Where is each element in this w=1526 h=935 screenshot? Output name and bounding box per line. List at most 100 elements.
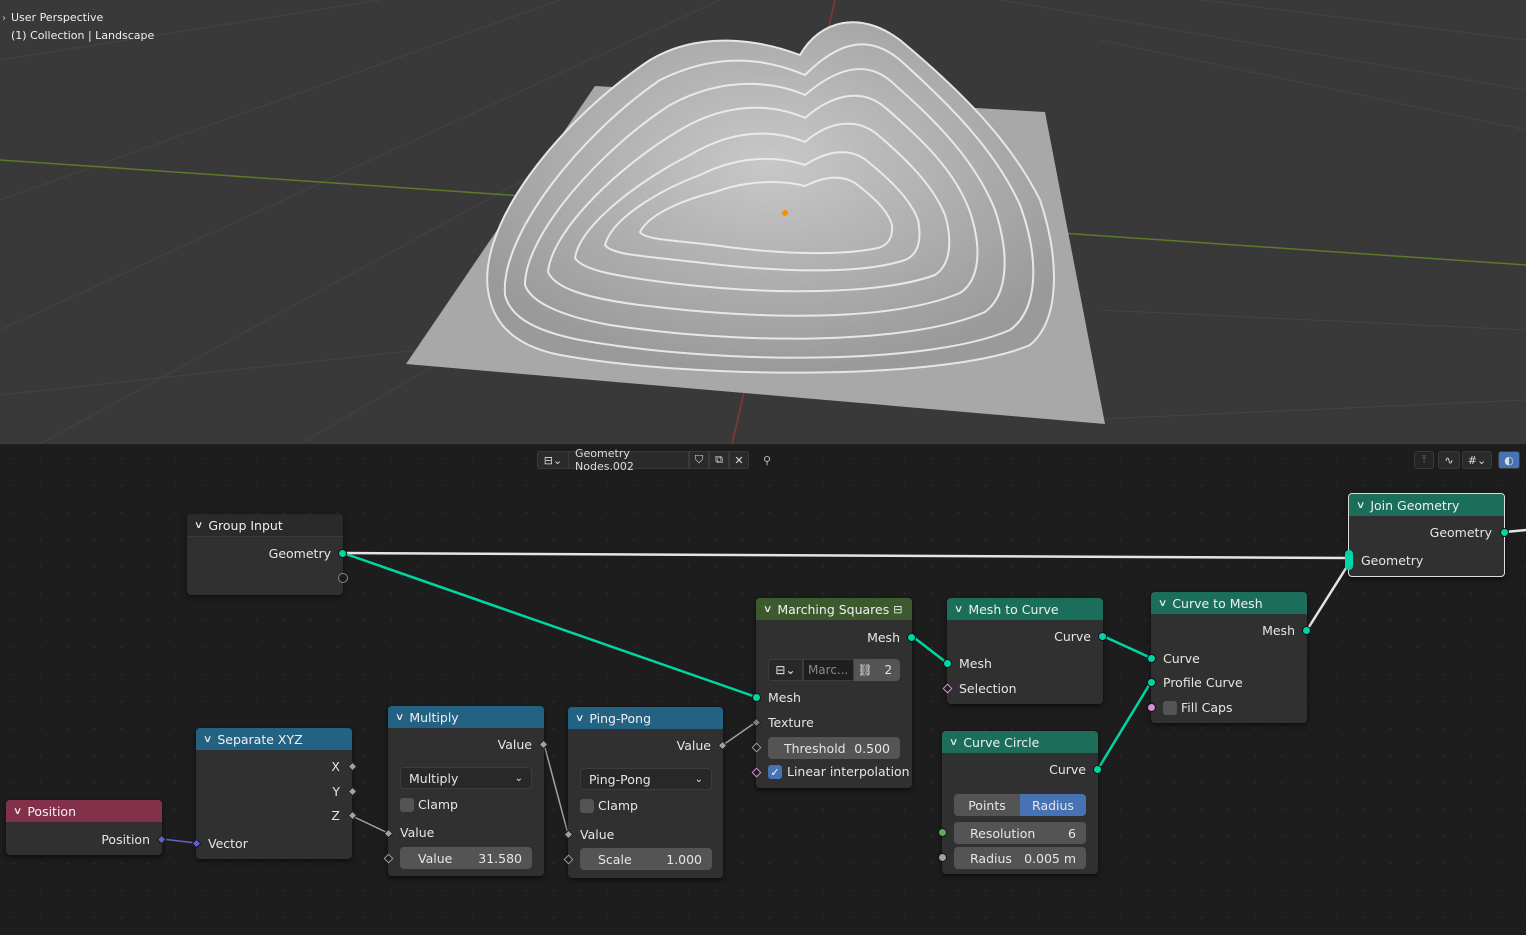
- editor-header-right: ⤒ ∿ #⌄ ◐: [1414, 450, 1520, 470]
- overlay-toggle-icon[interactable]: ◐: [1498, 451, 1520, 469]
- chevron-down-icon: ⌄: [514, 772, 523, 784]
- input-profile-label: Profile Curve: [1163, 675, 1243, 690]
- node-tree-browse-icon[interactable]: ⊟⌄: [537, 451, 569, 469]
- node-title: ∨ Join Geometry: [1349, 494, 1504, 516]
- node-curve-to-mesh[interactable]: ∨ Curve to Mesh Mesh Curve Profile Curve …: [1147, 592, 1311, 723]
- clamp-label: Clamp: [418, 797, 458, 812]
- clamp-checkbox[interactable]: [400, 798, 414, 812]
- chevron-down-icon[interactable]: ∨: [13, 806, 23, 817]
- link-snap-icon[interactable]: ∿: [1438, 451, 1460, 469]
- parent-tree-icon[interactable]: ⤒: [1414, 451, 1434, 469]
- output-mesh-socket[interactable]: [907, 633, 916, 642]
- output-value-label: Value: [497, 737, 532, 752]
- fill-caps-label: Fill Caps: [1181, 700, 1233, 715]
- input-curve-label: Curve: [1163, 651, 1200, 666]
- radius-value: 0.005 m: [1024, 850, 1076, 866]
- node-title: ∨ Curve to Mesh: [1151, 592, 1307, 614]
- chevron-down-icon[interactable]: ∨: [194, 520, 204, 531]
- input-texture-label: Texture: [768, 715, 814, 730]
- input-mesh-label: Mesh: [768, 690, 801, 705]
- output-x-label: X: [331, 759, 340, 774]
- node-marching-squares[interactable]: ∨ Marching Squares ⊟ Mesh ⊟⌄ Marc... ⛓ 2 M…: [751, 598, 916, 788]
- group-browse-icon[interactable]: ⊟⌄: [768, 659, 803, 681]
- grid-snap-icon[interactable]: #⌄: [1462, 451, 1492, 469]
- empty-output-socket[interactable]: [338, 573, 348, 583]
- operation-dropdown[interactable]: Multiply ⌄: [400, 767, 532, 789]
- resolution-label: Resolution: [970, 825, 1036, 841]
- value-label: Value: [418, 850, 453, 866]
- radius-socket[interactable]: [938, 853, 947, 862]
- chevron-down-icon[interactable]: ∨: [395, 712, 405, 723]
- chevron-down-icon[interactable]: ∨: [203, 734, 213, 745]
- node-group-icon: ⊟: [893, 602, 903, 616]
- input-profile-socket[interactable]: [1147, 678, 1156, 687]
- check-icon: ✓: [770, 765, 780, 779]
- multi-input-geometry-socket[interactable]: [1345, 550, 1353, 570]
- node-mesh-to-curve[interactable]: ∨ Mesh to Curve Curve Mesh Selection: [942, 598, 1107, 704]
- clamp-checkbox[interactable]: [580, 799, 594, 813]
- node-ping-pong[interactable]: ∨ Ping-Pong Value Ping-Pong ⌄ Clamp Value…: [563, 707, 728, 878]
- pin-icon[interactable]: ⚲: [757, 454, 777, 467]
- resolution-field[interactable]: Resolution 6: [954, 822, 1086, 844]
- resolution-socket[interactable]: [938, 828, 947, 837]
- group-name-field[interactable]: Marc...: [802, 659, 854, 681]
- node-curve-circle[interactable]: ∨ Curve Circle Curve Points Radius Resolu…: [938, 731, 1102, 874]
- chevron-down-icon[interactable]: ∨: [1356, 500, 1366, 511]
- node-title: ∨ Ping-Pong: [568, 707, 723, 729]
- fake-user-shield-icon[interactable]: ⛉: [689, 451, 709, 469]
- chevron-down-icon[interactable]: ∨: [575, 713, 585, 724]
- viewport-scene: [0, 0, 1526, 444]
- close-icon[interactable]: ✕: [729, 451, 749, 469]
- operation-value: Ping-Pong: [589, 771, 651, 787]
- input-curve-socket[interactable]: [1147, 654, 1156, 663]
- output-curve-label: Curve: [1049, 762, 1086, 777]
- chevron-down-icon[interactable]: ∨: [954, 604, 964, 615]
- chevron-down-icon[interactable]: ∨: [949, 737, 959, 748]
- node-position[interactable]: ∨ Position Position: [6, 800, 167, 855]
- output-geometry-label: Geometry: [268, 546, 331, 561]
- duplicate-icon[interactable]: ⧉: [709, 451, 729, 469]
- threshold-label: Threshold: [784, 740, 846, 756]
- scale-field[interactable]: Scale 1.000: [580, 848, 712, 870]
- 3d-viewport[interactable]: › User Perspective (1) Collection | Land…: [0, 0, 1526, 445]
- user-count[interactable]: 2: [876, 659, 900, 681]
- chevron-down-icon[interactable]: ∨: [763, 604, 773, 615]
- chevron-down-icon[interactable]: ∨: [1158, 598, 1168, 609]
- node-separate-xyz[interactable]: ∨ Separate XYZ X Y Z Vector: [191, 728, 358, 859]
- node-title: ∨ Marching Squares ⊟: [756, 598, 912, 620]
- fill-caps-checkbox[interactable]: [1163, 701, 1177, 715]
- radius-field[interactable]: Radius 0.005 m: [954, 847, 1086, 869]
- threshold-value: 0.500: [854, 740, 890, 756]
- output-geometry-socket[interactable]: [338, 549, 347, 558]
- selection-label: Selection: [959, 681, 1017, 696]
- output-mesh-socket[interactable]: [1302, 626, 1311, 635]
- input-mesh-socket[interactable]: [943, 659, 952, 668]
- node-group-input[interactable]: ∨ Group Input Geometry: [187, 514, 348, 595]
- input-value-label: Value: [580, 827, 615, 842]
- input-geometry-label: Geometry: [1361, 553, 1424, 568]
- input-value-label: Value: [400, 825, 435, 840]
- scale-value: 1.000: [666, 851, 702, 867]
- value-field[interactable]: Value 31.580: [400, 847, 532, 869]
- output-value-label: Value: [676, 738, 711, 753]
- output-curve-socket[interactable]: [1098, 632, 1107, 641]
- output-geometry-socket[interactable]: [1500, 528, 1509, 537]
- input-mesh-label: Mesh: [959, 656, 992, 671]
- mode-radius-button[interactable]: Radius: [1020, 794, 1086, 816]
- threshold-field[interactable]: Threshold 0.500: [768, 737, 900, 759]
- node-title: ∨ Separate XYZ: [196, 728, 352, 750]
- node-multiply[interactable]: ∨ Multiply Value Multiply ⌄ Clamp Value V…: [383, 706, 549, 876]
- output-mesh-label: Mesh: [867, 630, 900, 645]
- node-group-selector: ⊟⌄ Marc... ⛓ 2: [768, 659, 900, 681]
- node-tree-name-field[interactable]: Geometry Nodes.002: [569, 447, 689, 473]
- sidebar-toggle-icon[interactable]: ›: [2, 13, 6, 24]
- linear-checkbox[interactable]: ✓: [768, 765, 782, 779]
- node-join-geometry[interactable]: ∨ Join Geometry Geometry Geometry: [1345, 493, 1509, 577]
- input-mesh-socket[interactable]: [752, 693, 761, 702]
- fill-caps-socket[interactable]: [1147, 703, 1156, 712]
- operation-dropdown[interactable]: Ping-Pong ⌄: [580, 768, 712, 790]
- mode-points-button[interactable]: Points: [954, 794, 1020, 816]
- resolution-value: 6: [1068, 825, 1076, 841]
- output-curve-socket[interactable]: [1093, 765, 1102, 774]
- link-users-icon[interactable]: ⛓: [853, 659, 877, 681]
